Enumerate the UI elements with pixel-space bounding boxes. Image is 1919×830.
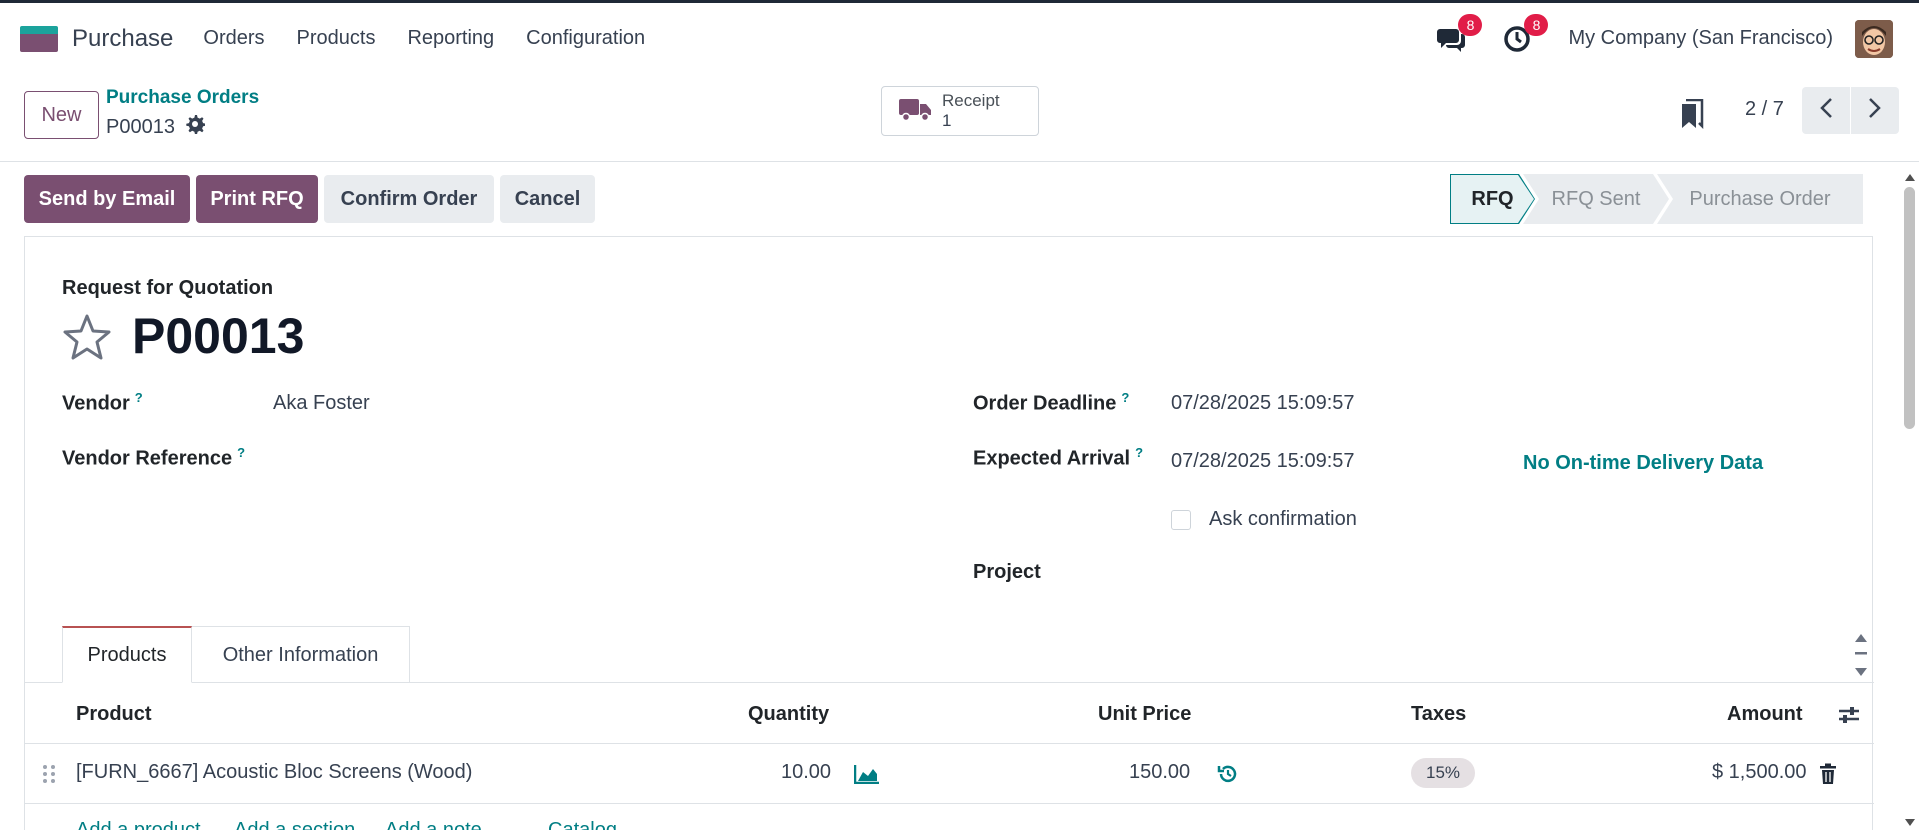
row-amount: $ 1,500.00	[1712, 761, 1807, 783]
stage-rfq-label: RFQ	[1451, 175, 1534, 223]
gear-icon[interactable]	[185, 114, 206, 140]
scroll-thumb[interactable]	[1904, 187, 1915, 429]
send-by-email-button[interactable]: Send by Email	[24, 175, 190, 223]
stage-purchase-order[interactable]: Purchase Order	[1657, 174, 1863, 224]
stage-rfq-sent[interactable]: RFQ Sent	[1523, 174, 1669, 224]
history-icon[interactable]	[1217, 763, 1239, 790]
column-product[interactable]: Product	[76, 703, 152, 726]
chevron-right-icon	[1868, 97, 1882, 124]
tab-other-information[interactable]: Other Information	[192, 626, 410, 683]
order-deadline-label: Order Deadline?	[973, 390, 1130, 415]
order-deadline-field[interactable]: 07/28/2025 15:09:57	[1171, 392, 1355, 415]
messages-icon[interactable]: 8	[1436, 13, 1483, 54]
table-header-divider	[25, 743, 1874, 744]
print-rfq-button[interactable]: Print RFQ	[196, 175, 318, 223]
help-icon[interactable]: ?	[1135, 445, 1143, 460]
add-section-link[interactable]: Add a section	[234, 819, 355, 830]
app-name[interactable]: Purchase	[72, 25, 173, 53]
page-scrollbar[interactable]	[1900, 165, 1919, 830]
stage-rfq[interactable]: RFQ	[1450, 174, 1535, 224]
receipt-smart-button[interactable]: Receipt 1	[881, 86, 1039, 136]
forecast-chart-icon[interactable]	[853, 764, 880, 789]
expected-arrival-label: Expected Arrival?	[973, 445, 1144, 470]
truck-icon	[898, 96, 932, 127]
add-note-link[interactable]: Add a note	[385, 819, 482, 830]
column-unit-price[interactable]: Unit Price	[1098, 703, 1191, 726]
breadcrumb-purchase-orders[interactable]: Purchase Orders	[106, 87, 259, 109]
tax-badge[interactable]: 15%	[1411, 758, 1475, 788]
catalog-link[interactable]: Catalog	[548, 819, 617, 830]
row-product[interactable]: [FURN_6667] Acoustic Bloc Screens (Wood)	[76, 761, 472, 784]
activities-count-badge: 8	[1524, 13, 1549, 36]
tab-products[interactable]: Products	[62, 626, 192, 683]
add-product-link[interactable]: Add a product	[76, 819, 201, 830]
on-time-delivery-link[interactable]: No On-time Delivery Data	[1523, 452, 1763, 475]
vendor-label: Vendor?	[62, 390, 143, 415]
ask-confirmation-label: Ask confirmation	[1209, 508, 1357, 530]
menu-orders[interactable]: Orders	[203, 27, 264, 50]
menu-reporting[interactable]: Reporting	[407, 27, 494, 50]
help-icon[interactable]: ?	[135, 390, 143, 405]
activities-clock-icon[interactable]: 8	[1502, 13, 1549, 54]
help-icon[interactable]: ?	[237, 445, 245, 460]
vendor-field[interactable]: Aka Foster	[273, 392, 370, 415]
top-navbar: Purchase Orders Products Reporting Confi…	[0, 3, 1919, 74]
pager-previous-button[interactable]	[1802, 87, 1850, 134]
company-switcher[interactable]: My Company (San Francisco)	[1568, 27, 1833, 50]
ask-confirmation-checkbox[interactable]	[1171, 510, 1191, 530]
scroll-up-icon[interactable]	[1904, 169, 1916, 187]
help-icon[interactable]: ?	[1121, 390, 1129, 405]
project-label: Project	[973, 561, 1041, 583]
vendor-reference-label: Vendor Reference?	[62, 445, 246, 470]
page-title: P00013	[132, 308, 305, 364]
confirm-order-button[interactable]: Confirm Order	[324, 175, 494, 223]
receipt-label: Receipt	[942, 91, 1000, 110]
purchase-app-icon[interactable]	[20, 25, 58, 52]
form-subtitle: Request for Quotation	[62, 277, 274, 299]
record-name: P00013	[106, 115, 175, 138]
row-quantity[interactable]: 10.00	[781, 761, 831, 784]
optional-columns-icon[interactable]	[1837, 705, 1861, 730]
receipt-count: 1	[942, 111, 952, 130]
status-bar: RFQ RFQ Sent Purchase Order	[1450, 174, 1863, 224]
tabs-divider	[25, 682, 1874, 683]
inner-scroll-icon[interactable]	[1853, 630, 1869, 685]
menu-products[interactable]: Products	[297, 27, 376, 50]
table-row-divider	[25, 803, 1874, 804]
control-panel: New Purchase Orders P00013 Receipt 1 2 /…	[0, 74, 1919, 162]
messages-count-badge: 8	[1458, 13, 1483, 36]
expected-arrival-field[interactable]: 07/28/2025 15:09:57	[1171, 450, 1355, 473]
trash-icon[interactable]	[1819, 763, 1837, 790]
breadcrumb-current-record: P00013	[106, 114, 206, 140]
drag-handle-icon[interactable]	[42, 764, 56, 789]
cancel-button[interactable]: Cancel	[500, 175, 595, 223]
chevron-left-icon	[1819, 97, 1833, 124]
form-sheet: Request for Quotation P00013 Vendor? Aka…	[24, 236, 1874, 830]
menu-configuration[interactable]: Configuration	[526, 27, 645, 50]
column-quantity[interactable]: Quantity	[748, 703, 829, 726]
user-avatar[interactable]	[1855, 19, 1893, 58]
pager-next-button[interactable]	[1851, 87, 1899, 134]
row-unit-price[interactable]: 150.00	[1129, 761, 1190, 784]
column-amount[interactable]: Amount	[1727, 703, 1803, 726]
column-taxes[interactable]: Taxes	[1411, 703, 1466, 726]
pager-value[interactable]: 2 / 7	[1745, 98, 1784, 121]
scroll-down-icon[interactable]	[1904, 815, 1916, 830]
new-button[interactable]: New	[24, 91, 99, 139]
star-icon[interactable]	[62, 313, 112, 366]
bookmark-icon[interactable]	[1680, 98, 1704, 134]
